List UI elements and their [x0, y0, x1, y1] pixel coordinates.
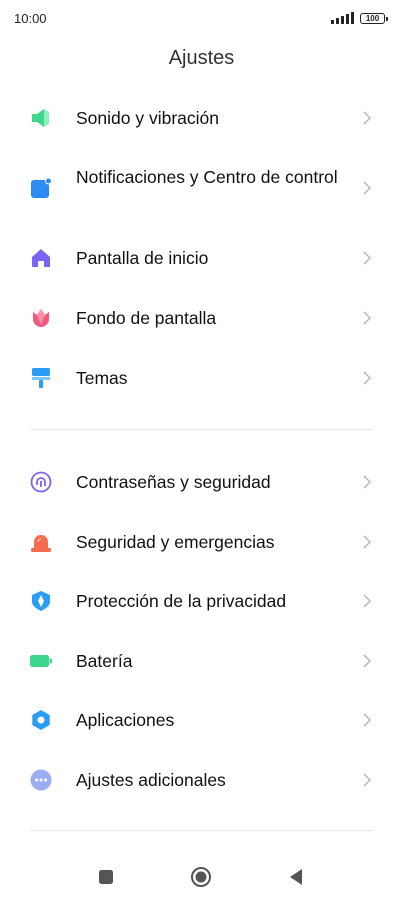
status-icons: 100: [331, 12, 388, 24]
settings-screen: 10:00 100 Ajustes Sonido y vibración Not…: [0, 0, 403, 900]
square-icon[interactable]: [94, 865, 118, 889]
chevron-right-icon: [363, 371, 372, 385]
status-bar: 10:00 100: [0, 0, 403, 36]
settings-item-label: Temas: [76, 368, 128, 388]
home-icon: [30, 247, 52, 269]
back-triangle-icon[interactable]: [284, 865, 308, 889]
gear-icon: [30, 709, 52, 731]
chevron-right-icon: [363, 594, 372, 608]
section-divider: [30, 830, 373, 831]
paint-roller-icon: [30, 367, 52, 389]
settings-item-label: Sonido y vibración: [76, 108, 219, 128]
settings-item-label: Batería: [76, 651, 133, 671]
signal-icon: [331, 12, 354, 24]
emergency-light-icon: [30, 531, 52, 553]
settings-item-label: Protección de la privacidad: [76, 591, 287, 611]
speaker-icon: [30, 107, 52, 129]
chevron-right-icon: [363, 181, 372, 195]
circle-icon[interactable]: [189, 865, 213, 889]
settings-item-label: Seguridad y emergencias: [76, 532, 275, 552]
battery-status-icon: 100: [360, 12, 388, 24]
section-divider: [30, 429, 373, 430]
settings-item-notifications[interactable]: Notificaciones y Centro de control: [0, 166, 403, 210]
settings-item-label: Aplicaciones: [76, 710, 175, 730]
settings-item-themes[interactable]: Temas: [0, 367, 403, 389]
settings-item-additional[interactable]: Ajustes adicionales: [0, 769, 403, 791]
chevron-right-icon: [363, 713, 372, 727]
settings-item-label: Contraseñas y seguridad: [76, 472, 271, 492]
settings-item-label: Notificaciones y Centro de control: [76, 167, 338, 187]
chevron-right-icon: [363, 251, 372, 265]
more-dots-icon: [30, 769, 52, 791]
privacy-shield-icon: [30, 590, 52, 612]
settings-item-apps[interactable]: Aplicaciones: [0, 709, 403, 731]
settings-item-sound[interactable]: Sonido y vibración: [0, 107, 403, 129]
chevron-right-icon: [363, 475, 372, 489]
tulip-icon: [30, 307, 52, 329]
page-title: Ajustes: [168, 47, 235, 69]
settings-item-label: Ajustes adicionales: [76, 770, 226, 790]
settings-item-wallpaper[interactable]: Fondo de pantalla: [0, 307, 403, 329]
fingerprint-icon: [30, 471, 52, 493]
notification-icon: [30, 177, 52, 199]
battery-icon: [30, 650, 52, 672]
navigation-bar: [0, 855, 403, 895]
chevron-right-icon: [363, 311, 372, 325]
battery-level: 100: [365, 13, 380, 23]
chevron-right-icon: [363, 654, 372, 668]
chevron-right-icon: [363, 111, 372, 125]
settings-item-label: Fondo de pantalla: [76, 308, 217, 328]
settings-item-emergency[interactable]: Seguridad y emergencias: [0, 531, 403, 553]
settings-item-privacy[interactable]: Protección de la privacidad: [0, 590, 403, 612]
settings-item-passwords[interactable]: Contraseñas y seguridad: [0, 471, 403, 493]
settings-item-home-screen[interactable]: Pantalla de inicio: [0, 247, 403, 269]
status-time: 10:00: [14, 10, 47, 26]
settings-item-label: Pantalla de inicio: [76, 248, 209, 268]
chevron-right-icon: [363, 773, 372, 787]
chevron-right-icon: [363, 535, 372, 549]
settings-item-battery[interactable]: Batería: [0, 650, 403, 672]
